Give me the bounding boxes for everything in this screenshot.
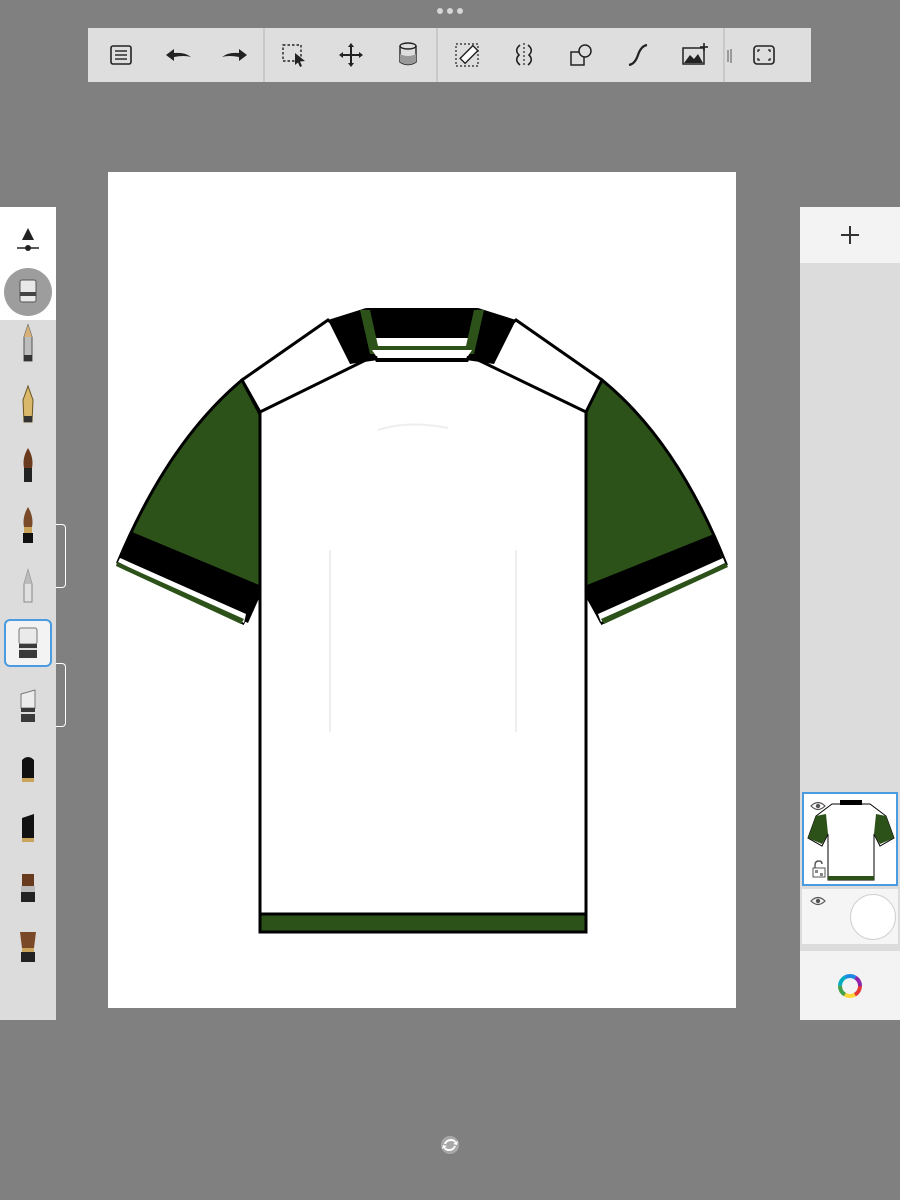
soft-eraser-icon: [20, 689, 36, 722]
brush-chisel-marker[interactable]: [4, 805, 52, 853]
ruler-icon: [454, 43, 479, 67]
more-tools-icon: [727, 49, 732, 63]
flat-brush-icon: [21, 874, 35, 902]
brush-airbrush[interactable]: [4, 561, 52, 609]
menu-list-icon: [109, 45, 132, 65]
color-picker-button[interactable]: [800, 951, 900, 1020]
background-color-swatch[interactable]: [850, 894, 896, 940]
lock-transparency-icon[interactable]: [812, 860, 826, 878]
brush-palette: [0, 207, 66, 1020]
undo-icon: [165, 49, 191, 61]
collar-black-trim: [374, 358, 470, 362]
transform-icon: [338, 43, 363, 67]
dot: [447, 8, 453, 14]
brush-flat[interactable]: [4, 863, 52, 911]
eye-icon[interactable]: [810, 800, 826, 812]
brush-properties-button[interactable]: [4, 217, 52, 265]
selection-tool-button[interactable]: [265, 28, 322, 82]
selection-icon: [281, 44, 305, 67]
eraser-icon: [18, 627, 38, 658]
shapes-icon: [569, 44, 592, 66]
multitask-dots[interactable]: [437, 6, 463, 16]
layer-shirt[interactable]: [802, 792, 898, 886]
pencil-icon: [23, 323, 33, 362]
brush-panel-tab[interactable]: [56, 524, 66, 588]
brush-ink[interactable]: [4, 502, 52, 550]
collar-white-trim: [372, 350, 472, 356]
menu-button[interactable]: [92, 28, 149, 82]
add-image-button[interactable]: [666, 28, 723, 82]
eye-icon[interactable]: [810, 895, 826, 907]
curve-icon: [628, 43, 647, 67]
brush-soft-eraser[interactable]: [4, 683, 52, 731]
plus-icon: [841, 226, 859, 244]
ink-brush-icon: [23, 507, 33, 543]
layer-panel: [800, 207, 900, 1020]
guides-tool-button[interactable]: [438, 28, 495, 82]
fill-bucket-icon: [398, 42, 417, 66]
more-tools-peek[interactable]: [725, 28, 735, 82]
fan-brush-icon: [20, 932, 36, 962]
paint-brush-icon: [23, 448, 33, 482]
rotate-handle-icon[interactable]: [438, 1133, 462, 1157]
brush-size-slider-icon: [17, 228, 39, 251]
shapes-tool-button[interactable]: [552, 28, 609, 82]
current-brush-button[interactable]: [4, 268, 52, 316]
fountain-pen-icon: [22, 384, 34, 423]
drawing-canvas[interactable]: [108, 172, 736, 1008]
current-brush-preview-icon: [4, 268, 52, 316]
layer-background[interactable]: [802, 889, 898, 944]
brush-panel-tab[interactable]: [56, 663, 66, 727]
collar-back: [366, 308, 478, 338]
symmetry-icon: [515, 43, 532, 67]
shirt-hem-band: [258, 912, 588, 934]
shirt-illustration: [116, 308, 728, 934]
fullscreen-button[interactable]: [735, 28, 792, 82]
top-toolbar: [88, 28, 811, 82]
marker-icon: [22, 757, 34, 782]
transform-tool-button[interactable]: [322, 28, 379, 82]
symmetry-tool-button[interactable]: [495, 28, 552, 82]
brush-ballpoint[interactable]: [4, 381, 52, 429]
brush-fan[interactable]: [4, 923, 52, 971]
brush-eraser[interactable]: [4, 619, 52, 667]
shirt-body: [258, 350, 588, 932]
chisel-marker-icon: [22, 814, 34, 842]
dot: [457, 8, 463, 14]
redo-icon: [221, 49, 247, 61]
undo-button[interactable]: [149, 28, 206, 82]
curve-tool-button[interactable]: [609, 28, 666, 82]
add-layer-button[interactable]: [800, 207, 900, 263]
airbrush-icon: [23, 568, 33, 603]
brush-paint[interactable]: [4, 441, 52, 489]
fill-tool-button[interactable]: [379, 28, 436, 82]
brush-marker[interactable]: [4, 745, 52, 793]
dot: [437, 8, 443, 14]
color-wheel-icon: [838, 973, 862, 998]
brush-pencil[interactable]: [4, 320, 52, 368]
add-image-icon: [681, 43, 708, 65]
redo-button[interactable]: [206, 28, 263, 82]
fullscreen-icon: [752, 45, 775, 65]
